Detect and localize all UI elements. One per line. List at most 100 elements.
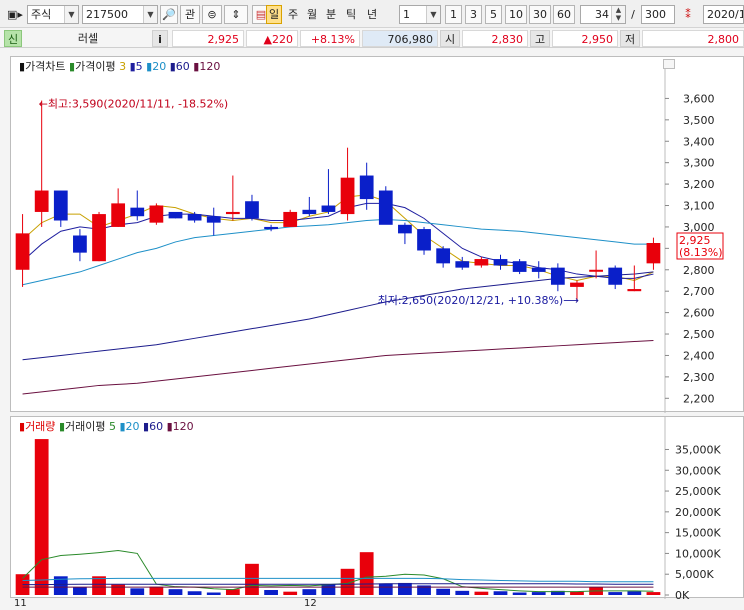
price-tick-label: 3,000	[683, 221, 715, 234]
period-minute-tab[interactable]: 분	[323, 5, 339, 24]
code-input[interactable]: 217500 ▼	[82, 5, 158, 24]
candle-body	[474, 259, 489, 266]
candle-body	[493, 259, 508, 266]
volume-bar	[474, 591, 489, 595]
period-tick-tab[interactable]: 틱	[343, 5, 359, 24]
count-separator: /	[631, 8, 635, 21]
new-listing-badge: 신	[4, 30, 22, 47]
open-label: 시	[440, 30, 460, 47]
chevron-down-icon[interactable]: ▼	[143, 6, 157, 23]
volume-bar	[149, 586, 164, 595]
low-label: 저	[620, 30, 640, 47]
panel-maximize-icon[interactable]	[663, 59, 675, 69]
candle-body	[531, 267, 546, 272]
open-price: 2,830	[462, 30, 528, 47]
stock-info-button[interactable]: i	[152, 30, 168, 47]
count-total-input[interactable]: 300	[641, 5, 675, 24]
quote-bar: 신 러셀 i 2,925 ▲220 +8.13% 706,980 시 2,830…	[0, 28, 744, 48]
count-stepper[interactable]: 34 ▲ ▼	[580, 5, 626, 24]
candle-body	[570, 282, 584, 287]
legend-volume-label: 거래량	[25, 420, 56, 433]
volume-bar	[436, 588, 451, 595]
legend-ma120: 120	[199, 60, 221, 73]
market-select[interactable]: 주식 ▼	[27, 5, 79, 24]
candle-body	[359, 175, 374, 200]
interest-button[interactable]: 관	[180, 5, 200, 24]
candle-body	[646, 243, 661, 264]
volume-tick-label: 15,000K	[675, 527, 721, 540]
volume-bar	[168, 589, 183, 595]
price-ma-120-line	[22, 339, 654, 395]
period-year-tab[interactable]: 년	[363, 5, 381, 24]
candle-body	[149, 205, 164, 223]
legend-volume-ma-label: 거래이평	[65, 420, 106, 433]
price-tick-label: 3,100	[683, 200, 715, 213]
chevron-down-icon[interactable]: ▼	[426, 6, 440, 23]
candle-body	[264, 226, 278, 230]
volume-tick-label: 5,000K	[675, 568, 714, 581]
link-button[interactable]: ⊜	[202, 5, 222, 24]
price-legend: ▮가격차트 ▮가격이평 3 ▮5 ▮20 ▮60 ▮120	[19, 60, 221, 73]
candle-body	[283, 211, 298, 227]
candle-body	[15, 233, 30, 270]
volume-legend: ▮거래량 ▮거래이평 5 ▮20 ▮60 ▮120	[19, 420, 194, 433]
candle-body	[589, 269, 603, 272]
search-button[interactable]: 🔎	[160, 5, 178, 24]
candle-body	[398, 224, 412, 234]
candle-body	[321, 205, 336, 212]
candle-body	[512, 261, 527, 272]
price-chart-panel[interactable]: 3,6003,5003,4003,3003,2003,1003,0002,900…	[10, 56, 744, 413]
volume-chart-panel[interactable]: 35,000K 30,000K 25,000K 20,000K 15,000K 10,00…	[10, 416, 744, 602]
volume-bar	[264, 590, 278, 595]
volume-bar	[283, 591, 298, 595]
volume-bar	[321, 584, 336, 595]
candle-body	[378, 190, 393, 225]
volume-bar	[359, 552, 374, 595]
period-month-tab[interactable]: 월	[304, 5, 320, 24]
interval-1-button[interactable]: 1	[445, 5, 462, 24]
candle-body	[455, 261, 470, 268]
price-change-pct: +8.13%	[300, 30, 360, 47]
updown-button[interactable]: ⇕	[224, 5, 248, 24]
x-axis-label-dec: 12	[304, 598, 317, 609]
interval-3-button[interactable]: 3	[465, 5, 482, 24]
interval-select-value: 1	[403, 8, 410, 21]
candle-body	[111, 203, 126, 227]
legend-main-label: 가격차트	[25, 60, 66, 73]
candle-body	[168, 211, 183, 219]
volume-bar	[34, 439, 49, 595]
high-price: 2,950	[552, 30, 618, 47]
interval-30-button[interactable]: 30	[529, 5, 551, 24]
volume-tick-label: 10,000K	[675, 547, 721, 560]
updown-arrows-icon: ⇕	[231, 8, 241, 21]
volume-bar	[646, 592, 661, 595]
price-tick-label: 2,300	[683, 371, 715, 384]
chevron-down-icon[interactable]: ▼	[64, 6, 78, 23]
chart-settings-icon[interactable]: ⁑	[677, 5, 699, 24]
volume-bar	[493, 591, 508, 595]
interval-60-button[interactable]: 60	[553, 5, 575, 24]
interval-select[interactable]: 1 ▼	[399, 5, 441, 24]
volume-bar	[245, 563, 259, 595]
volume-tick-label: 20,000K	[675, 506, 721, 519]
interval-10-button[interactable]: 10	[505, 5, 527, 24]
panel-toggle-icon[interactable]: ▣▸	[4, 5, 26, 24]
interval-5-button[interactable]: 5	[485, 5, 502, 24]
spin-arrows-icon[interactable]: ▲ ▼	[611, 6, 625, 23]
volume-tick-label: 30,000K	[675, 464, 721, 477]
price-tick-label: 2,500	[683, 328, 715, 341]
legend-vma120: 120	[172, 420, 194, 433]
volume-chart[interactable]: 35,000K 30,000K 25,000K 20,000K 15,000K 10,00…	[11, 417, 744, 602]
candle-body	[245, 201, 259, 219]
legend-vma5: 5	[108, 420, 116, 433]
candle-body	[187, 214, 202, 221]
period-day-tab[interactable]: 일	[266, 5, 282, 24]
price-tick-label: 2,600	[683, 307, 715, 320]
candle-body	[92, 214, 106, 262]
period-week-tab[interactable]: 주	[285, 5, 301, 24]
candle-body	[73, 235, 87, 253]
price-tick-label: 3,200	[683, 178, 715, 191]
date-input[interactable]: 2020/1	[703, 5, 744, 24]
price-chart[interactable]: 3,6003,5003,4003,3003,2003,1003,0002,900…	[11, 57, 744, 413]
link-icon: ⊜	[207, 8, 217, 21]
